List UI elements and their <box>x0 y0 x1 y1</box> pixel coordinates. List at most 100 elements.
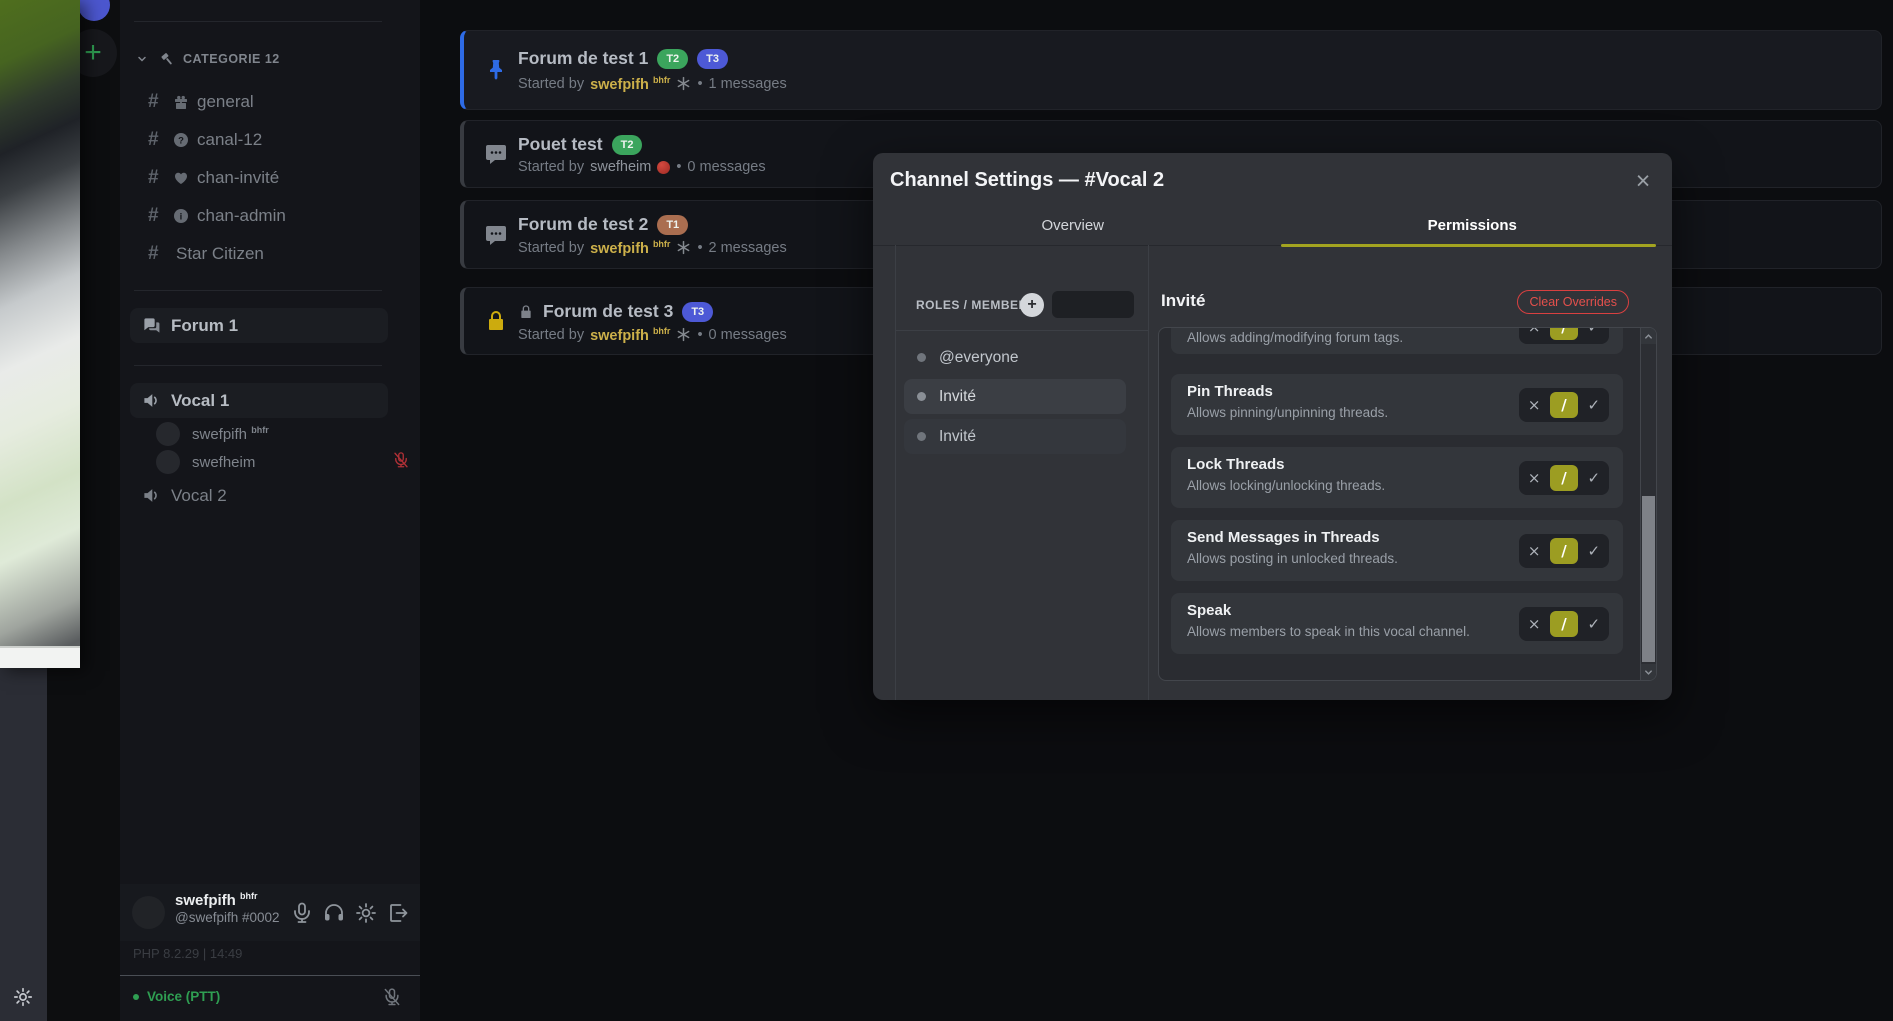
logout-button[interactable] <box>386 901 410 925</box>
category-header[interactable]: CATEGORIE 12 <box>134 47 280 71</box>
selected-role-title: Invité <box>1161 291 1205 311</box>
voice-member-swefpifh[interactable]: swefpifh bhfr <box>156 420 269 448</box>
headphones-button[interactable] <box>322 901 346 925</box>
permission-row-pin-threads: Pin Threads Allows pinning/unpinning thr… <box>1171 374 1623 435</box>
channel-label: chan-invité <box>197 168 279 188</box>
permission-row-send-messages-in-threads: Send Messages in Threads Allows posting … <box>1171 520 1623 581</box>
hash-icon: # <box>148 129 168 151</box>
scrollbar-thumb[interactable] <box>1642 496 1655 662</box>
gear-icon[interactable] <box>12 986 34 1008</box>
sidebar-item-forum-1[interactable]: Forum 1 <box>130 308 388 343</box>
app-root: + CATEGORIE 12 # general # ? canal-12 # … <box>0 0 1893 1021</box>
post-title: Forum de test 1 <box>518 48 648 69</box>
channel-label: general <box>197 92 254 112</box>
passthrough-icon[interactable]: / <box>1550 538 1578 564</box>
permission-row-forum-tags: Allows adding/modifying forum tags. × / … <box>1171 327 1623 354</box>
post-meta: Started by swefpifh bhfr • 1 messages <box>518 75 787 93</box>
role-dot <box>917 392 926 401</box>
post-meta: Started by swefpifh bhfr • 0 messages <box>518 326 787 344</box>
sidebar-item-vocal-2[interactable]: Vocal 2 <box>130 478 388 513</box>
post-meta: Started by swefpifh bhfr • 2 messages <box>518 239 787 257</box>
modal-title: Channel Settings — #Vocal 2 <box>890 153 1164 208</box>
chat-icon <box>484 223 508 247</box>
version-status-text: PHP 8.2.29 | 14:49 <box>133 946 242 961</box>
add-role-button[interactable]: + <box>1020 293 1044 317</box>
post-author: swefpifh bhfr <box>590 75 670 93</box>
channel-label: Star Citizen <box>176 244 264 264</box>
avatar[interactable] <box>132 896 165 929</box>
sidebar-item-vocal-1[interactable]: Vocal 1 <box>130 383 388 418</box>
settings-gear-button[interactable] <box>354 901 378 925</box>
deny-icon[interactable]: × <box>1520 392 1549 418</box>
lock-icon <box>518 304 534 320</box>
scroll-up-icon[interactable] <box>1641 328 1656 344</box>
sidebar-item-canal-12[interactable]: # ? canal-12 <box>134 121 406 159</box>
scrollbar[interactable] <box>1640 328 1656 680</box>
permission-name: Speak <box>1187 602 1231 619</box>
svg-text:?: ? <box>178 135 184 146</box>
mic-muted-icon[interactable] <box>382 987 402 1007</box>
chat-icon <box>484 142 508 166</box>
allow-icon[interactable]: ✓ <box>1579 538 1608 564</box>
server-icon[interactable] <box>78 0 110 21</box>
permission-description: Allows locking/unlocking threads. <box>1187 478 1385 493</box>
post-message-count: 0 messages <box>709 327 787 343</box>
permissions-panel: Invité Clear Overrides Allows adding/mod… <box>1147 245 1672 700</box>
channel-label: canal-12 <box>197 130 262 150</box>
tag-badge: T2 <box>657 49 688 69</box>
permission-name: Send Messages in Threads <box>1187 529 1380 546</box>
tag-badge: T3 <box>682 302 713 322</box>
deny-icon[interactable]: × <box>1520 611 1549 637</box>
tab-overview[interactable]: Overview <box>873 208 1273 245</box>
divider <box>134 21 382 22</box>
sidebar-item-general[interactable]: # general <box>134 83 406 121</box>
forum-channel-label: Forum 1 <box>171 316 238 336</box>
roles-panel: ROLES / MEMBERS + @everyone Invité Invit… <box>895 245 1149 700</box>
tag-badge: T2 <box>612 135 643 155</box>
passthrough-icon[interactable]: / <box>1550 465 1578 491</box>
allow-icon[interactable]: ✓ <box>1579 327 1608 340</box>
permission-toggle: × / ✓ <box>1519 534 1609 568</box>
deny-icon[interactable]: × <box>1520 538 1549 564</box>
scroll-down-icon[interactable] <box>1641 664 1656 680</box>
permission-description: Allows members to speak in this vocal ch… <box>1187 624 1470 639</box>
tab-permissions[interactable]: Permissions <box>1273 208 1673 245</box>
passthrough-icon[interactable]: / <box>1550 327 1578 340</box>
clear-overrides-button[interactable]: Clear Overrides <box>1517 290 1629 314</box>
allow-icon[interactable]: ✓ <box>1579 392 1608 418</box>
mic-button[interactable] <box>290 901 314 925</box>
info-icon: i <box>173 208 189 224</box>
tag-badge: T1 <box>657 215 688 235</box>
sidebar-item-chan-invite[interactable]: # chan-invité <box>134 159 406 197</box>
role-item-invite-1[interactable]: Invité <box>904 379 1126 414</box>
channel-settings-modal: Channel Settings — #Vocal 2 × Overview P… <box>873 153 1672 700</box>
role-item-everyone[interactable]: @everyone <box>904 340 1126 375</box>
permission-row-speak: Speak Allows members to speak in this vo… <box>1171 593 1623 654</box>
permission-row-lock-threads: Lock Threads Allows locking/unlocking th… <box>1171 447 1623 508</box>
forum-post-1[interactable]: Forum de test 1 T2 T3 Started by swefpif… <box>460 30 1882 110</box>
deny-icon[interactable]: × <box>1520 465 1549 491</box>
plus-icon: + <box>84 36 102 70</box>
permission-toggle: × / ✓ <box>1519 461 1609 495</box>
hash-icon: # <box>148 243 168 265</box>
role-item-invite-2[interactable]: Invité <box>904 419 1126 454</box>
user-handle: @swefpifh #0002 <box>175 910 280 925</box>
vocal-channel-label: Vocal 1 <box>171 391 229 411</box>
user-tag: bhfr <box>240 891 258 901</box>
hash-icon: # <box>148 167 168 189</box>
allow-icon[interactable]: ✓ <box>1579 611 1608 637</box>
voice-mode-row: Voice (PTT) <box>133 989 220 1004</box>
deny-icon[interactable]: × <box>1520 327 1549 340</box>
allow-icon[interactable]: ✓ <box>1579 465 1608 491</box>
sidebar-item-star-citizen[interactable]: # Star Citizen <box>134 235 406 273</box>
post-message-count: 2 messages <box>709 240 787 256</box>
sidebar-item-chan-admin[interactable]: # i chan-admin <box>134 197 406 235</box>
close-icon[interactable]: × <box>1628 166 1658 196</box>
passthrough-icon[interactable]: / <box>1550 392 1578 418</box>
divider <box>896 330 1148 331</box>
voice-member-swefheim[interactable]: swefheim <box>156 448 255 476</box>
permission-description: Allows posting in unlocked threads. <box>1187 551 1398 566</box>
passthrough-icon[interactable]: / <box>1550 611 1578 637</box>
tag-badge: T3 <box>697 49 728 69</box>
roles-search-input[interactable] <box>1052 291 1134 318</box>
